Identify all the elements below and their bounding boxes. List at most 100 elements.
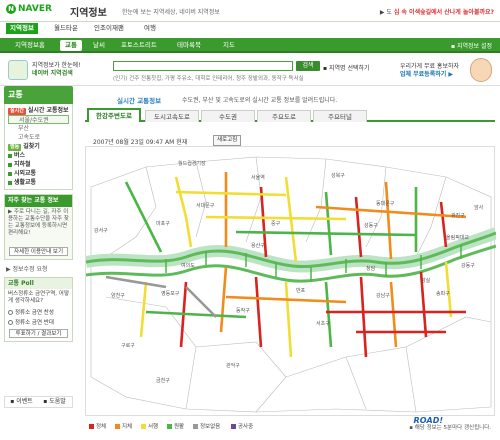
nav-traffic[interactable]: 교통 (60, 40, 82, 51)
legend-delayed: 지체 (115, 422, 132, 430)
map-label: 잠실 (421, 277, 431, 284)
map-label: 서초구 (316, 320, 330, 327)
map-label: 강서구 (94, 227, 108, 234)
map-label: 서대문구 (196, 202, 215, 209)
naver-n-icon: N (6, 4, 16, 14)
tab-tunnels[interactable]: 주요터널 (313, 110, 367, 122)
map-label: 서울역 (251, 174, 265, 181)
top-nav-enjoyjapan[interactable]: 인조이재팬 (90, 23, 128, 34)
legend-swatch-icon (167, 424, 172, 429)
sidebar-item-life[interactable]: 생활교통 (8, 178, 69, 187)
site-header: N NAVER 지역정보 한눈에 보는 지역세상, 네이버 지역정보 ▶ 도 심 … (0, 0, 500, 22)
map-label: 양천구 (111, 292, 125, 299)
map-label: 동작구 (236, 307, 250, 314)
legend-swatch-icon (231, 424, 236, 429)
map-label: 관악구 (226, 362, 240, 369)
naver-logo[interactable]: N NAVER (6, 4, 52, 14)
sidebar-sub-seoul[interactable]: 서울/수도권 (8, 115, 69, 124)
nav-photostreet[interactable]: 포토스트리트 (116, 40, 162, 51)
search-bar: 지역정보가 한눈에! 네이버 지역검색 검색 ▪ 지역명 선택하기 (인기) 건주… (0, 54, 500, 86)
sidebar-menu: 실시간 실시간 교통정보 서울/수도권 부산 고속도로 행동 길찾기 버스 지하철 … (4, 104, 73, 190)
main-content: 실시간 교통정보 수도권, 부산 및 고속도로의 실시간 교통 정보를 알려드립… (77, 86, 500, 440)
sidebar-sub-highway[interactable]: 고속도로 (8, 133, 69, 142)
map-label: 구로구 (121, 343, 135, 349)
map-label: 청담 (366, 265, 376, 272)
top-nav-worldtown[interactable]: 월드타운 (50, 23, 82, 34)
poll-vote-button[interactable]: 투표하기 / 결과보기 (9, 329, 68, 338)
map-label: 여의도 (181, 262, 195, 269)
traffic-map[interactable]: 월드컵경기장 서울역 서대문구 성북구 동대문구 광진구 중구 성동구 용산구 … (84, 146, 499, 416)
left-sidebar: 교통 실시간 실시간 교통정보 서울/수도권 부산 고속도로 행동 길찾기 버스 지… (4, 86, 73, 436)
sidebar-item-bus[interactable]: 버스 (8, 151, 69, 160)
traffic-poll: 교통 Poll 버스정류소 금연구역, 어떻게 생각하세요? 정류소 금연 찬성… (4, 277, 73, 342)
map-label: 반포 (296, 287, 306, 294)
region-select-link[interactable]: ▪ 지역명 선택하기 (323, 63, 370, 72)
sidebar-footer: ▪ 이벤트 ▪ 도움말 (4, 396, 73, 408)
poll-option-agree[interactable]: 정류소 금연 찬성 (5, 307, 72, 317)
sidebar-title: 교통 (4, 86, 73, 104)
traffic-map-svg: 월드컵경기장 서울역 서대문구 성북구 동대문구 광진구 중구 성동구 용산구 … (84, 156, 499, 413)
sidebar-item-intercity[interactable]: 시외교통 (8, 169, 69, 178)
update-note: ▪ 해당 정보는 5분마다 갱신됩니다. (409, 425, 491, 431)
help-link[interactable]: ▪ 도움말 (38, 397, 71, 407)
event-link[interactable]: ▪ 이벤트 (5, 397, 38, 407)
tab-hangang[interactable]: 한강주변도로 (87, 108, 141, 122)
popular-searches[interactable]: (인기) 건주 전통찻집, 가평 주유소, 대학로 인테리어, 청주 장밭외과,… (113, 74, 304, 82)
legend-swatch-icon (89, 424, 94, 429)
search-button[interactable]: 검색 (296, 61, 320, 71)
region-tabs: 한강주변도로 도시고속도로 수도권 주요도로 주요터널 (85, 108, 495, 122)
top-nav-local[interactable]: 지역정보 (6, 23, 38, 34)
nav-themelook[interactable]: 테마룩북 (172, 40, 206, 51)
page-description: 수도권, 부산 및 고속도로의 실시간 교통 정보를 알려드립니다. (182, 97, 338, 104)
map-label: 올림픽대교 (446, 234, 469, 241)
map-label: 성북구 (331, 172, 345, 179)
map-label: 강남구 (376, 292, 390, 299)
map-label: 영등포구 (161, 290, 180, 297)
poll-option-disagree[interactable]: 정류소 금연 반대 (5, 317, 72, 327)
tab-capital[interactable]: 수도권 (201, 110, 255, 122)
promo-link[interactable]: ▶ 도 심 속 이색숲길에서 산나게 놀아볼까요? (380, 7, 494, 16)
nav-weather[interactable]: 날씨 (88, 40, 110, 51)
tab-urban-highway[interactable]: 도시고속도로 (145, 110, 199, 122)
legend-swatch-icon (141, 424, 146, 429)
green-nav: 지역정보홈 교통 날씨 포토스트리트 테마룩북 지도 ▪ 지역정보 설정 (0, 38, 500, 53)
sidebar-item-realtime[interactable]: 실시간 실시간 교통정보 (8, 106, 69, 115)
legend-swatch-icon (193, 424, 198, 429)
legend-construction: 공사중 (231, 422, 253, 430)
legend-swatch-icon (115, 424, 120, 429)
ad-link[interactable]: 우리가게 무료 홍보하자 업체 무료등록하기 ▶ (400, 63, 459, 79)
map-label: 동대문구 (376, 200, 395, 207)
top-nav-travel[interactable]: 여행 (140, 23, 160, 34)
top-nav: 지역정보 월드타운 인조이재팬 여행 (0, 22, 500, 34)
nav-home[interactable]: 지역정보홈 (10, 40, 50, 51)
map-label: 월드컵경기장 (178, 160, 206, 167)
legend-congested: 정체 (89, 422, 106, 430)
search-banner-icon (8, 60, 28, 80)
tagline: 한눈에 보는 지역세상, 네이버 지역정보 (122, 9, 220, 16)
search-input[interactable] (113, 61, 293, 71)
radio-icon (8, 310, 13, 315)
usage-guide-button[interactable]: 자세한 이용안내 보기 (9, 247, 68, 256)
favorite-title: 자주 찾는 교통 정보 (5, 195, 72, 207)
correction-request-link[interactable]: ▶ 정보수정 요청 (4, 264, 73, 273)
service-title[interactable]: 지역정보 (70, 4, 107, 19)
poll-question: 버스정류소 금연구역, 어떻게 생각하세요? (8, 291, 69, 304)
sidebar-sub-busan[interactable]: 부산 (8, 124, 69, 133)
poll-title: 교통 Poll (5, 278, 72, 289)
local-settings-link[interactable]: ▪ 지역정보 설정 (451, 41, 492, 50)
favorite-traffic-box: 자주 찾는 교통 정보 ▶ 주로 다니는 길, 자주 이용하는 교통수단을 자주… (4, 194, 73, 260)
sidebar-item-subway[interactable]: 지하철 (8, 160, 69, 169)
map-footer: 정체 지체 서행 원활 정보없음 공사중 ROAD! ▪ 해당 정보는 5분마다… (85, 416, 495, 438)
map-label: 마포구 (156, 220, 170, 227)
legend-no-info: 정보없음 (193, 422, 220, 430)
page-title: 실시간 교통정보 (117, 97, 162, 105)
tab-major-roads[interactable]: 주요도로 (257, 110, 311, 122)
favorite-body: ▶ 주로 다니는 길, 자주 이용하는 교통수단을 자주 찾는 교통정보에 등록… (8, 209, 69, 236)
map-label: 금천구 (156, 377, 170, 384)
map-label: 광진구 (451, 212, 465, 219)
sidebar-item-route[interactable]: 행동 길찾기 (8, 142, 69, 151)
nav-map[interactable]: 지도 (218, 40, 240, 51)
refresh-button[interactable]: 새로고침 (213, 135, 242, 146)
legend-smooth: 원활 (167, 422, 184, 430)
timestamp: 2007년 08월 23일 09:47 AM 현재 (93, 139, 188, 146)
